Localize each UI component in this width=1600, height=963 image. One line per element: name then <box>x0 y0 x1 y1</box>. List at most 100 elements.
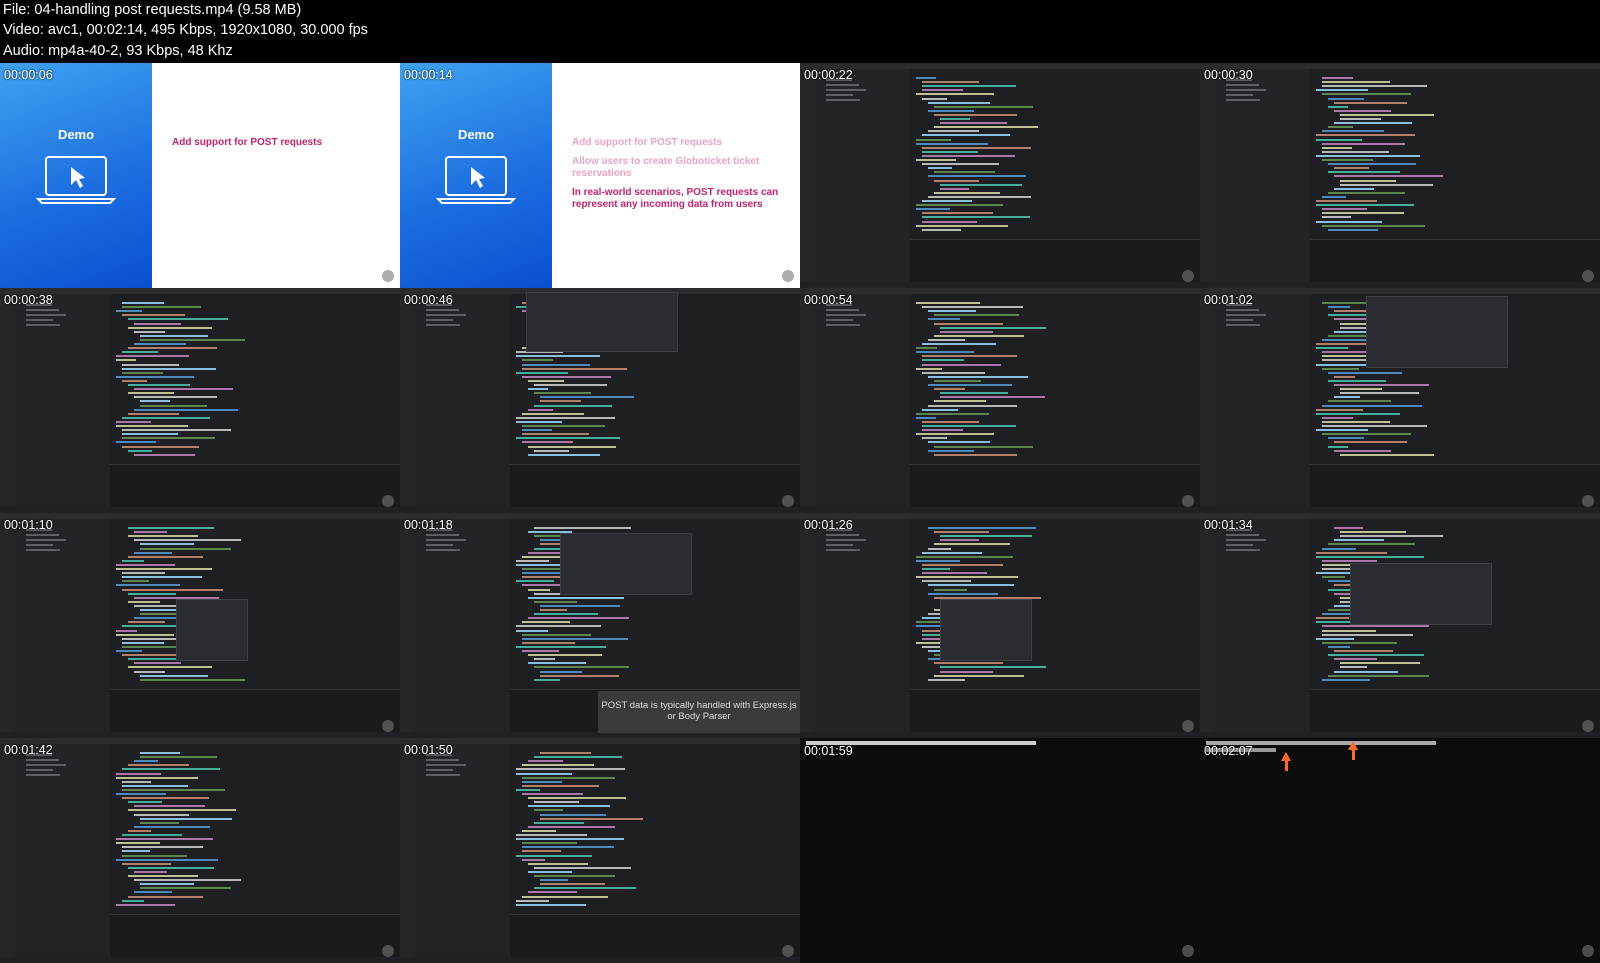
file-explorer <box>412 519 510 732</box>
thumbnail-editor-10[interactable]: 00:01:34 <box>1200 513 1600 738</box>
timestamp: 00:01:34 <box>1204 518 1253 532</box>
activity-bar <box>0 519 12 732</box>
timestamp: 00:01:18 <box>404 518 453 532</box>
thumbnail-grid: Demo Add support for POST requests 00:00… <box>0 63 1600 963</box>
timestamp: 00:00:54 <box>804 293 853 307</box>
thumbnail-editor-9[interactable]: 00:01:26 <box>800 513 1200 738</box>
watermark-icon <box>782 945 794 957</box>
audio-line: Audio: mp4a-40-2, 93 Kbps, 48 Khz <box>3 43 233 59</box>
timestamp: 00:01:26 <box>804 518 853 532</box>
slide-line-3: In real-world scenarios, POST requests c… <box>572 187 779 210</box>
laptop-cursor-icon <box>436 156 516 204</box>
file-line: File: 04-handling post requests.mp4 (9.5… <box>3 2 302 18</box>
activity-bar <box>400 294 412 507</box>
terminal-panel <box>510 464 800 508</box>
intellisense-popup <box>940 599 1032 661</box>
intellisense-popup <box>1350 563 1492 625</box>
file-explorer <box>12 519 110 732</box>
slide-line-1: Add support for POST requests <box>172 137 323 148</box>
watermark-icon <box>782 495 794 507</box>
arrow-up-icon <box>1281 752 1291 761</box>
watermark-icon <box>382 945 394 957</box>
laptop-cursor-icon <box>36 156 116 204</box>
code-editor <box>116 527 386 687</box>
caption-overlay: POST data is typically handled with Expr… <box>598 691 800 733</box>
activity-bar <box>400 744 412 957</box>
timestamp: 00:00:06 <box>4 68 53 82</box>
timestamp: 00:02:07 <box>1204 744 1253 758</box>
activity-bar <box>1200 294 1212 507</box>
activity-bar <box>0 294 12 507</box>
timestamp: 00:01:10 <box>4 518 53 532</box>
terminal-panel <box>110 914 400 958</box>
terminal-panel <box>910 464 1200 508</box>
file-explorer <box>812 69 910 282</box>
code-editor <box>116 302 386 462</box>
thumbnail-editor-5[interactable]: 00:00:54 <box>800 288 1200 513</box>
terminal-panel <box>510 914 800 958</box>
watermark-icon <box>1582 945 1594 957</box>
watermark-icon <box>1182 720 1194 732</box>
timestamp: 00:00:38 <box>4 293 53 307</box>
watermark-icon <box>382 270 394 282</box>
status-bar <box>400 957 800 963</box>
slide-line-1: Add support for POST requests <box>572 137 723 148</box>
watermark-icon <box>1582 495 1594 507</box>
file-explorer <box>1212 294 1310 507</box>
thumbnail-editor-7[interactable]: 00:01:10 <box>0 513 400 738</box>
file-explorer <box>12 294 110 507</box>
file-explorer <box>1212 69 1310 282</box>
thumbnail-editor-2[interactable]: 00:00:30 <box>1200 63 1600 288</box>
demo-label: Demo <box>457 127 495 142</box>
file-explorer <box>812 519 910 732</box>
thumbnail-terminal-1[interactable]: 00:01:59 <box>800 738 1200 963</box>
thumbnail-terminal-2[interactable]: 00:02:07 <box>1200 738 1600 963</box>
code-editor <box>1316 77 1586 237</box>
thumbnail-slide-2[interactable]: Demo Add support for POST requests Allow… <box>400 63 800 288</box>
thumbnail-editor-1[interactable]: 00:00:22 <box>800 63 1200 288</box>
thumbnail-editor-11[interactable]: 00:01:42 <box>0 738 400 963</box>
arrow-stem <box>1351 750 1355 760</box>
activity-bar <box>0 744 12 957</box>
timestamp: 00:00:22 <box>804 68 853 82</box>
thumbnail-editor-3[interactable]: 00:00:38 <box>0 288 400 513</box>
file-info-header: File: 04-handling post requests.mp4 (9.5… <box>0 0 1600 63</box>
watermark-icon <box>1582 270 1594 282</box>
watermark-icon <box>382 495 394 507</box>
activity-bar <box>1200 519 1212 732</box>
thumbnail-editor-4[interactable]: 00:00:46 <box>400 288 800 513</box>
thumbnail-editor-8[interactable]: 00:01:18 POST data is typically handled w… <box>400 513 800 738</box>
watermark-icon <box>1582 720 1594 732</box>
intellisense-popup <box>1366 296 1508 368</box>
timestamp: 00:01:02 <box>1204 293 1253 307</box>
demo-label: Demo <box>57 127 95 142</box>
thumbnail-editor-6[interactable]: 00:01:02 <box>1200 288 1600 513</box>
activity-bar <box>800 519 812 732</box>
file-explorer <box>812 294 910 507</box>
thumbnail-editor-12[interactable]: 00:01:50 <box>400 738 800 963</box>
watermark-icon <box>782 270 794 282</box>
status-bar <box>0 957 400 963</box>
activity-bar <box>800 69 812 282</box>
arrow-up-icon <box>1348 741 1358 750</box>
watermark-icon <box>1182 270 1194 282</box>
timestamp: 00:00:30 <box>1204 68 1253 82</box>
arrow-stem <box>1284 761 1288 771</box>
intellisense-popup <box>176 599 248 661</box>
terminal-panel <box>910 689 1200 733</box>
code-editor <box>516 752 786 912</box>
intellisense-popup <box>560 533 692 595</box>
code-editor <box>116 752 386 912</box>
code-editor <box>916 77 1186 237</box>
code-editor <box>916 302 1186 462</box>
file-explorer <box>412 294 510 507</box>
file-explorer <box>12 744 110 957</box>
terminal-panel <box>1310 464 1600 508</box>
thumbnail-slide-1[interactable]: Demo Add support for POST requests 00:00… <box>0 63 400 288</box>
terminal-panel <box>110 689 400 733</box>
timestamp: 00:01:50 <box>404 743 453 757</box>
video-line: Video: avc1, 00:02:14, 495 Kbps, 1920x10… <box>3 22 368 38</box>
terminal-panel <box>910 239 1200 283</box>
intellisense-popup <box>526 292 678 352</box>
watermark-icon <box>382 720 394 732</box>
